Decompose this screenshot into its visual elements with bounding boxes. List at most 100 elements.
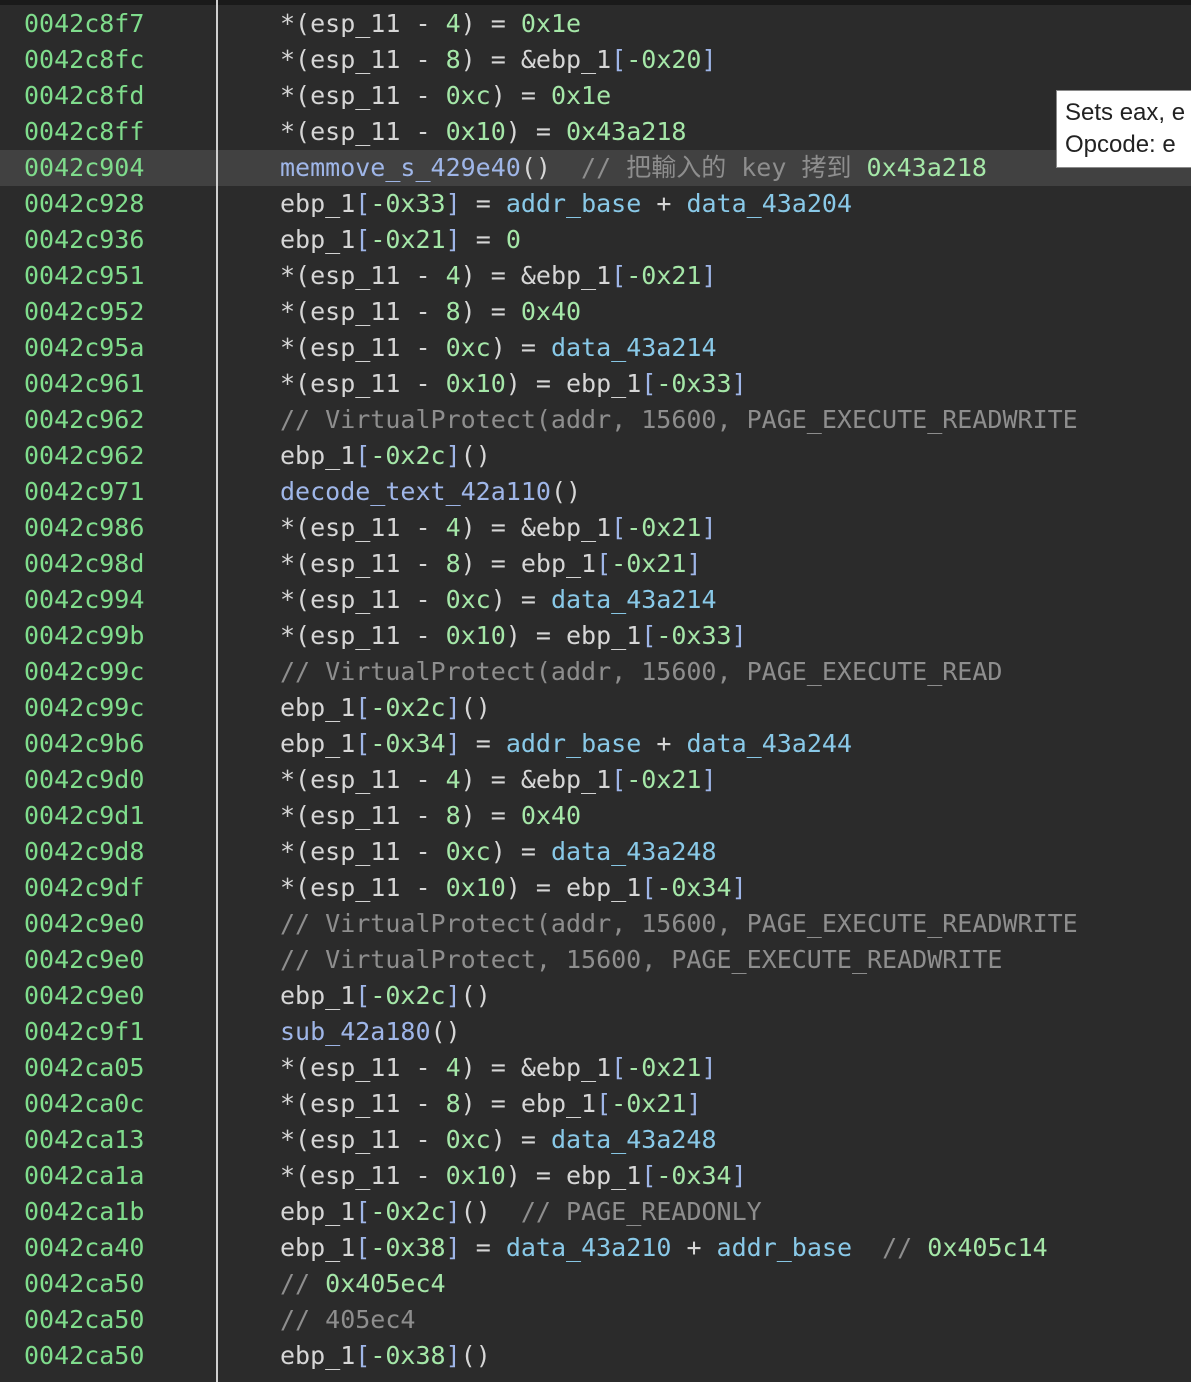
- line-code[interactable]: // 0x405ec4: [280, 1266, 446, 1302]
- code-line[interactable]: 0042c962 ebp_1[-0x2c](): [0, 438, 1191, 474]
- code-line[interactable]: 0042c99c // VirtualProtect(addr, 15600, P…: [0, 654, 1191, 690]
- line-address[interactable]: 0042ca05: [24, 1050, 144, 1086]
- line-code[interactable]: ebp_1[-0x38] = data_43a210 + addr_base /…: [280, 1230, 1048, 1266]
- line-address[interactable]: 0042c9e0: [24, 978, 144, 1014]
- line-address[interactable]: 0042ca50: [24, 1338, 144, 1374]
- code-line[interactable]: 0042c8f7 *(esp_11 - 4) = 0x1e: [0, 6, 1191, 42]
- code-line[interactable]: 0042c9d0 *(esp_11 - 4) = &ebp_1[-0x21]: [0, 762, 1191, 798]
- code-line[interactable]: 0042c971 decode_text_42a110(): [0, 474, 1191, 510]
- line-code[interactable]: *(esp_11 - 0x10) = ebp_1[-0x33]: [280, 618, 747, 654]
- line-address[interactable]: 0042c9f1: [24, 1014, 144, 1050]
- code-line[interactable]: 0042c936 ebp_1[-0x21] = 0: [0, 222, 1191, 258]
- line-code[interactable]: *(esp_11 - 4) = &ebp_1[-0x21]: [280, 510, 717, 546]
- code-line[interactable]: 0042c9b6 ebp_1[-0x34] = addr_base + data_…: [0, 726, 1191, 762]
- code-line[interactable]: 0042ca1a *(esp_11 - 0x10) = ebp_1[-0x34]: [0, 1158, 1191, 1194]
- line-code[interactable]: *(esp_11 - 4) = &ebp_1[-0x21]: [280, 1050, 717, 1086]
- line-code[interactable]: decode_text_42a110(): [280, 474, 581, 510]
- code-line[interactable]: 0042c99b *(esp_11 - 0x10) = ebp_1[-0x33]: [0, 618, 1191, 654]
- line-address[interactable]: 0042c9e0: [24, 942, 144, 978]
- code-line[interactable]: 0042ca1b ebp_1[-0x2c]() // PAGE_READONLY: [0, 1194, 1191, 1230]
- code-token-data[interactable]: addr_base: [506, 729, 641, 758]
- line-code[interactable]: *(esp_11 - 4) = &ebp_1[-0x21]: [280, 258, 717, 294]
- line-address[interactable]: 0042c986: [24, 510, 144, 546]
- decompiler-view[interactable]: 0042c8f7 *(esp_11 - 4) = 0x1e 0042c8fc *(es…: [0, 0, 1191, 1382]
- line-address[interactable]: 0042ca1a: [24, 1158, 144, 1194]
- line-code[interactable]: *(esp_11 - 0xc) = data_43a248: [280, 834, 717, 870]
- line-code[interactable]: *(esp_11 - 0xc) = 0x1e: [280, 78, 611, 114]
- line-address[interactable]: 0042c8fc: [24, 42, 144, 78]
- line-code[interactable]: *(esp_11 - 8) = &ebp_1[-0x20]: [280, 42, 717, 78]
- code-line[interactable]: 0042c928 ebp_1[-0x33] = addr_base + data_…: [0, 186, 1191, 222]
- code-line[interactable]: 0042c962 // VirtualProtect(addr, 15600, P…: [0, 402, 1191, 438]
- code-line[interactable]: 0042c994 *(esp_11 - 0xc) = data_43a214: [0, 582, 1191, 618]
- code-line[interactable]: 0042c95a *(esp_11 - 0xc) = data_43a214: [0, 330, 1191, 366]
- code-line[interactable]: 0042c9e0 ebp_1[-0x2c](): [0, 978, 1191, 1014]
- code-token-func[interactable]: decode_text_42a110: [280, 477, 551, 506]
- line-code[interactable]: // VirtualProtect(addr, 15600, PAGE_EXEC…: [280, 654, 1002, 690]
- code-line[interactable]: 0042c951 *(esp_11 - 4) = &ebp_1[-0x21]: [0, 258, 1191, 294]
- line-code[interactable]: ebp_1[-0x38](): [280, 1338, 491, 1374]
- line-code[interactable]: ebp_1[-0x2c](): [280, 978, 491, 1014]
- line-address[interactable]: 0042ca50: [24, 1302, 144, 1338]
- line-code[interactable]: memmove_s_429e40() // 把輸入的 key 拷到 0x43a2…: [280, 150, 987, 186]
- line-code[interactable]: *(esp_11 - 0xc) = data_43a214: [280, 330, 717, 366]
- line-address[interactable]: 0042c9df: [24, 870, 144, 906]
- code-token-data[interactable]: data_43a210: [506, 1233, 672, 1262]
- code-line[interactable]: 0042c9e0 // VirtualProtect(addr, 15600, P…: [0, 906, 1191, 942]
- code-line[interactable]: 0042ca40 ebp_1[-0x38] = data_43a210 + add…: [0, 1230, 1191, 1266]
- line-code[interactable]: ebp_1[-0x2c]() // PAGE_READONLY: [280, 1194, 762, 1230]
- code-line[interactable]: 0042c9f1 sub_42a180(): [0, 1014, 1191, 1050]
- line-code[interactable]: ebp_1[-0x33] = addr_base + data_43a204: [280, 186, 852, 222]
- line-address[interactable]: 0042ca40: [24, 1230, 144, 1266]
- code-token-data[interactable]: data_43a214: [551, 333, 717, 362]
- line-address[interactable]: 0042c95a: [24, 330, 144, 366]
- line-code[interactable]: *(esp_11 - 4) = &ebp_1[-0x21]: [280, 762, 717, 798]
- line-code[interactable]: *(esp_11 - 0x10) = ebp_1[-0x34]: [280, 870, 747, 906]
- line-address[interactable]: 0042c936: [24, 222, 144, 258]
- code-token-func[interactable]: memmove_s_429e40: [280, 153, 521, 182]
- line-address[interactable]: 0042c99c: [24, 654, 144, 690]
- code-token-data[interactable]: addr_base: [506, 189, 641, 218]
- line-address[interactable]: 0042c98d: [24, 546, 144, 582]
- line-code[interactable]: // 405ec4: [280, 1302, 415, 1338]
- line-address[interactable]: 0042c9d0: [24, 762, 144, 798]
- line-address[interactable]: 0042c962: [24, 438, 144, 474]
- line-code[interactable]: *(esp_11 - 0xc) = data_43a214: [280, 582, 717, 618]
- line-address[interactable]: 0042ca50: [24, 1266, 144, 1302]
- line-code[interactable]: ebp_1[-0x21] = 0: [280, 222, 521, 258]
- line-code[interactable]: *(esp_11 - 0xc) = data_43a248: [280, 1122, 717, 1158]
- line-code[interactable]: // VirtualProtect(addr, 15600, PAGE_EXEC…: [280, 402, 1078, 438]
- code-line[interactable]: 0042c99c ebp_1[-0x2c](): [0, 690, 1191, 726]
- code-line[interactable]: 0042c8fd *(esp_11 - 0xc) = 0x1e: [0, 78, 1191, 114]
- code-line[interactable]: 0042c986 *(esp_11 - 4) = &ebp_1[-0x21]: [0, 510, 1191, 546]
- line-address[interactable]: 0042c994: [24, 582, 144, 618]
- line-code[interactable]: *(esp_11 - 8) = ebp_1[-0x21]: [280, 546, 702, 582]
- line-address[interactable]: 0042c99b: [24, 618, 144, 654]
- line-address[interactable]: 0042c928: [24, 186, 144, 222]
- line-address[interactable]: 0042ca0c: [24, 1086, 144, 1122]
- code-token-func[interactable]: sub_42a180: [280, 1017, 431, 1046]
- code-line[interactable]: 0042ca50 // 405ec4: [0, 1302, 1191, 1338]
- line-code[interactable]: sub_42a180(): [280, 1014, 461, 1050]
- line-code[interactable]: *(esp_11 - 0x10) = ebp_1[-0x33]: [280, 366, 747, 402]
- code-line[interactable]: 0042ca50 // 0x405ec4: [0, 1266, 1191, 1302]
- code-token-data[interactable]: addr_base: [717, 1233, 852, 1262]
- line-code[interactable]: *(esp_11 - 0x10) = 0x43a218: [280, 114, 686, 150]
- line-code[interactable]: *(esp_11 - 4) = 0x1e: [280, 6, 581, 42]
- code-token-data[interactable]: data_43a244: [686, 729, 852, 758]
- line-code[interactable]: *(esp_11 - 8) = 0x40: [280, 294, 581, 330]
- code-line[interactable]: 0042ca0c *(esp_11 - 8) = ebp_1[-0x21]: [0, 1086, 1191, 1122]
- code-line[interactable]: 0042c98d *(esp_11 - 8) = ebp_1[-0x21]: [0, 546, 1191, 582]
- code-line[interactable]: 0042c9e0 // VirtualProtect, 15600, PAGE_E…: [0, 942, 1191, 978]
- line-code[interactable]: *(esp_11 - 8) = 0x40: [280, 798, 581, 834]
- line-address[interactable]: 0042c8fd: [24, 78, 144, 114]
- code-token-data[interactable]: data_43a248: [551, 837, 717, 866]
- line-address[interactable]: 0042c962: [24, 402, 144, 438]
- code-line[interactable]: 0042ca05 *(esp_11 - 4) = &ebp_1[-0x21]: [0, 1050, 1191, 1086]
- line-address[interactable]: 0042c8f7: [24, 6, 144, 42]
- line-code[interactable]: ebp_1[-0x2c](): [280, 690, 491, 726]
- line-address[interactable]: 0042ca13: [24, 1122, 144, 1158]
- code-token-data[interactable]: data_43a248: [551, 1125, 717, 1154]
- line-code[interactable]: *(esp_11 - 0x10) = ebp_1[-0x34]: [280, 1158, 747, 1194]
- line-address[interactable]: 0042c9d1: [24, 798, 144, 834]
